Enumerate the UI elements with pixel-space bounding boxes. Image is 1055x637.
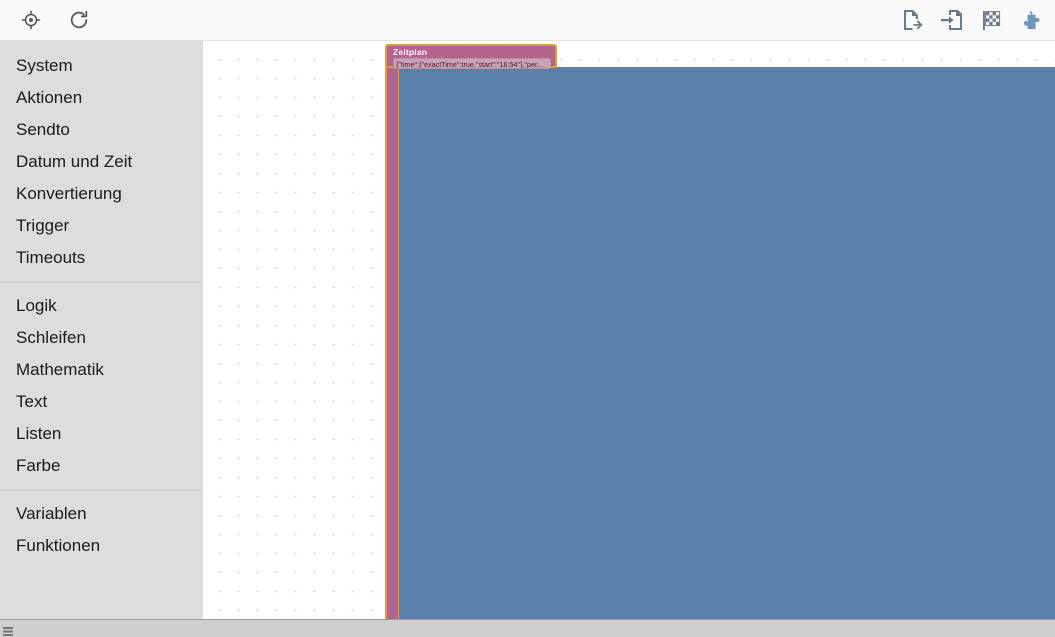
tab-icon bbox=[2, 624, 14, 636]
sidebar-item-variablen[interactable]: Variablen bbox=[0, 498, 203, 530]
sidebar-item-label: Listen bbox=[16, 424, 62, 443]
sidebar-item-funktionen[interactable]: Funktionen bbox=[0, 530, 203, 562]
blockly-workspace[interactable]: Zeitplan {"time":{"exactTime":true,"star… bbox=[203, 41, 1055, 619]
script-editor-window: System Aktionen Sendto Datum und Zeit Ko… bbox=[0, 0, 1055, 637]
schedule-block[interactable]: Zeitplan {"time":{"exactTime":true,"star… bbox=[385, 44, 557, 69]
blockly-toolbox-sidebar: System Aktionen Sendto Datum und Zeit Ko… bbox=[0, 41, 203, 637]
sidebar-item-label: Logik bbox=[16, 296, 57, 315]
schedule-block-body[interactable] bbox=[385, 67, 399, 619]
sidebar-item-aktionen[interactable]: Aktionen bbox=[0, 82, 203, 114]
reload-icon[interactable] bbox=[66, 7, 92, 33]
sidebar-item-label: Funktionen bbox=[16, 536, 101, 555]
import-blocks-icon[interactable] bbox=[939, 7, 965, 33]
sidebar-separator-1 bbox=[0, 282, 203, 283]
puzzle-piece-icon[interactable] bbox=[1019, 7, 1045, 33]
sidebar-item-label: Variablen bbox=[16, 504, 87, 523]
sidebar-item-mathematik[interactable]: Mathematik bbox=[0, 354, 203, 386]
sidebar-item-label: Sendto bbox=[16, 120, 70, 139]
sidebar-item-label: Farbe bbox=[16, 456, 61, 475]
sidebar-item-konvertierung[interactable]: Konvertierung bbox=[0, 178, 203, 210]
sidebar-item-label: Mathematik bbox=[16, 360, 104, 379]
toolbar-right-group bbox=[899, 7, 1055, 33]
sidebar-separator-2 bbox=[0, 490, 203, 491]
sidebar-item-trigger[interactable]: Trigger bbox=[0, 210, 203, 242]
export-blocks-icon[interactable] bbox=[899, 7, 925, 33]
sidebar-item-label: Konvertierung bbox=[16, 184, 122, 203]
page-bottom-strip bbox=[0, 619, 1055, 637]
sidebar-item-text[interactable]: Text bbox=[0, 386, 203, 418]
editor-toolbar bbox=[0, 0, 1055, 41]
sidebar-item-label: Text bbox=[16, 392, 48, 411]
sidebar-item-label: Aktionen bbox=[16, 88, 83, 107]
toolbox-category-list: System Aktionen Sendto Datum und Zeit Ko… bbox=[0, 41, 203, 562]
sidebar-item-label: Schleifen bbox=[16, 328, 86, 347]
sidebar-item-schleifen[interactable]: Schleifen bbox=[0, 322, 203, 354]
sidebar-item-label: System bbox=[16, 56, 73, 75]
center-target-icon[interactable] bbox=[18, 7, 44, 33]
sidebar-item-datum-und-zeit[interactable]: Datum und Zeit bbox=[0, 146, 203, 178]
sidebar-item-label: Trigger bbox=[16, 216, 70, 235]
toolbar-left-group bbox=[0, 7, 92, 33]
checkered-flag-icon[interactable] bbox=[979, 7, 1005, 33]
sidebar-item-label: Timeouts bbox=[16, 248, 86, 267]
sidebar-item-logik[interactable]: Logik bbox=[0, 290, 203, 322]
sidebar-item-sendto[interactable]: Sendto bbox=[0, 114, 203, 146]
sidebar-item-listen[interactable]: Listen bbox=[0, 418, 203, 450]
sidebar-item-timeouts[interactable]: Timeouts bbox=[0, 242, 203, 274]
schedule-title: Zeitplan bbox=[393, 47, 428, 57]
sidebar-item-farbe[interactable]: Farbe bbox=[0, 450, 203, 482]
schedule-json-field[interactable]: {"time":{"exactTime":true,"start":"16:54… bbox=[393, 58, 551, 69]
if-block-outer[interactable] bbox=[399, 67, 1055, 619]
sidebar-item-system[interactable]: System bbox=[0, 50, 203, 82]
sidebar-item-label: Datum und Zeit bbox=[16, 152, 133, 171]
